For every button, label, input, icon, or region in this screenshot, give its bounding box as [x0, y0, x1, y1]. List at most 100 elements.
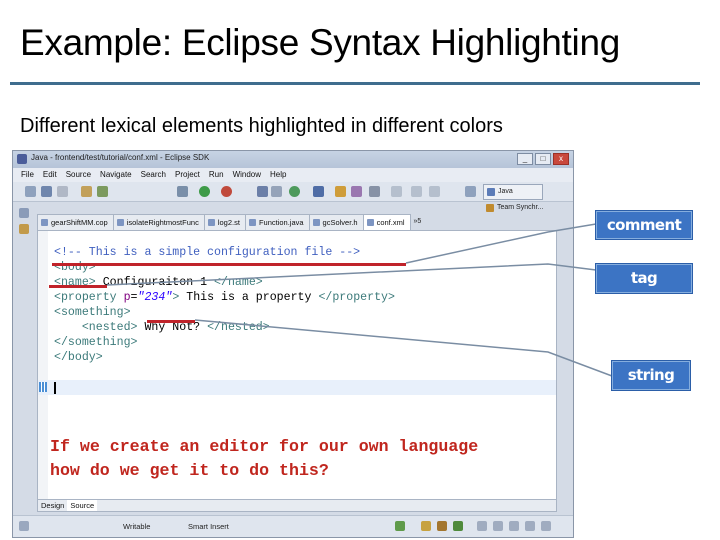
code-line-something-close: </something>	[54, 336, 138, 349]
next-annotation-icon[interactable]	[369, 186, 380, 197]
minimize-button[interactable]: _	[517, 153, 533, 165]
back-icon[interactable]	[391, 186, 402, 197]
print-icon[interactable]	[57, 186, 68, 197]
tab-conf-xml[interactable]: conf.xml	[362, 214, 411, 230]
fast-view-icon[interactable]	[19, 521, 29, 531]
open-type-icon[interactable]	[81, 186, 92, 197]
restore-icon[interactable]	[19, 208, 29, 218]
code-tag-nested-close: </nested>	[207, 321, 270, 334]
code-tag-property-close: </property>	[318, 291, 395, 304]
forward-icon[interactable]	[411, 186, 422, 197]
tab-design[interactable]: Design	[38, 500, 67, 511]
debug-icon[interactable]	[177, 186, 188, 197]
status-console-icon[interactable]	[509, 521, 519, 531]
comment-underline	[52, 263, 406, 266]
current-line-highlight	[38, 380, 556, 395]
tag-callout-label: tag	[630, 269, 658, 287]
new-project-icon[interactable]	[257, 186, 268, 197]
new-class-icon[interactable]	[289, 186, 300, 197]
status-task-icon[interactable]	[421, 521, 431, 531]
close-button[interactable]: x	[553, 153, 569, 165]
code-text-property: This is a property	[179, 291, 319, 304]
last-edit-icon[interactable]	[429, 186, 440, 197]
tag-callout: tag	[596, 264, 692, 293]
code-tag-property-open: <property	[54, 291, 124, 304]
tab-isolaterightmostfunc[interactable]: isolateRightmostFunc	[112, 214, 205, 230]
code-attr-name: p	[123, 291, 131, 304]
left-trim	[13, 202, 35, 502]
menu-run[interactable]: Run	[209, 168, 224, 182]
package-explorer-icon[interactable]	[19, 224, 29, 234]
title-divider	[10, 82, 700, 85]
code-attr-eq: =	[130, 291, 138, 304]
window-controls: _ □ x	[517, 153, 569, 165]
pencil-icon[interactable]	[335, 186, 346, 197]
code-text-name: Configuraiton 1	[95, 276, 215, 289]
status-problems-icon[interactable]	[525, 521, 535, 531]
code-tag-name-close: </name>	[214, 276, 263, 289]
editor-mode-tabs: Design Source	[37, 500, 557, 512]
overlay-question: If we create an editor for our own langu…	[50, 435, 478, 483]
status-search-icon[interactable]	[541, 521, 551, 531]
menu-source[interactable]: Source	[66, 168, 91, 182]
slide-title: Example: Eclipse Syntax Highlighting	[20, 22, 621, 63]
code-line-body-close: </body>	[54, 351, 103, 364]
annotation-icon[interactable]	[351, 186, 362, 197]
string-underline	[147, 320, 195, 323]
search-icon[interactable]	[313, 186, 324, 197]
code-line-comment: <!-- This is a simple configuration file…	[54, 246, 361, 259]
tabs-overflow[interactable]: »5	[410, 214, 422, 230]
main-toolbar: Java	[13, 182, 573, 202]
code-tag-nested-open: <nested>	[81, 321, 138, 334]
menu-project[interactable]: Project	[175, 168, 200, 182]
tab-function-java[interactable]: Function.java	[244, 214, 310, 230]
window-titlebar: Java - frontend/test/tutorial/conf.xml -…	[13, 151, 573, 168]
overlay-question-line-1: If we create an editor for our own langu…	[50, 437, 479, 456]
comment-callout: comment	[596, 211, 692, 239]
status-bar: Writable Smart Insert	[13, 515, 573, 537]
java-perspective-button[interactable]: Java	[483, 184, 543, 200]
menu-navigate[interactable]: Navigate	[100, 168, 132, 182]
eclipse-window: Java - frontend/test/tutorial/conf.xml -…	[12, 150, 574, 538]
run-icon[interactable]	[199, 186, 210, 197]
save-icon[interactable]	[41, 186, 52, 197]
eclipse-app-icon	[17, 154, 27, 164]
status-sync-icon[interactable]	[453, 521, 463, 531]
tab-gcsolver[interactable]: gcSolver.h	[308, 214, 364, 230]
status-progress-icon[interactable]	[437, 521, 447, 531]
menu-search[interactable]: Search	[141, 168, 166, 182]
string-callout-label: string	[627, 366, 675, 384]
window-title: Java - frontend/test/tutorial/conf.xml -…	[31, 153, 210, 162]
menu-bar: File Edit Source Navigate Search Project…	[13, 168, 573, 182]
tag-underline	[49, 285, 107, 288]
tab-log2[interactable]: log2.st	[203, 214, 246, 230]
tab-gearshiftmm[interactable]: gearShiftMM.cop	[37, 214, 114, 230]
outline-icon[interactable]	[97, 186, 108, 197]
tab-source[interactable]: Source	[67, 500, 98, 511]
editor-ruler	[38, 231, 48, 499]
status-views-icon[interactable]	[493, 521, 503, 531]
change-marker-icon	[39, 382, 47, 392]
menu-edit[interactable]: Edit	[43, 168, 57, 182]
maximize-button[interactable]: □	[535, 153, 551, 165]
status-notify-icon[interactable]	[477, 521, 487, 531]
comment-callout-label: comment	[606, 216, 682, 234]
status-tool-icon[interactable]	[395, 521, 405, 531]
new-package-icon[interactable]	[271, 186, 282, 197]
editor-tabs: gearShiftMM.cop isolateRightmostFunc log…	[37, 214, 557, 230]
menu-help[interactable]: Help	[270, 168, 286, 182]
menu-file[interactable]: File	[21, 168, 34, 182]
team-synchronizing-view[interactable]: Team Synchr...	[483, 202, 543, 214]
string-callout: string	[612, 361, 690, 390]
menu-window[interactable]: Window	[233, 168, 261, 182]
open-perspective-icon[interactable]	[465, 186, 476, 197]
new-file-icon[interactable]	[25, 186, 36, 197]
external-tools-icon[interactable]	[221, 186, 232, 197]
xml-editor[interactable]: <!-- This is a simple configuration file…	[37, 230, 557, 500]
status-writable: Writable	[123, 522, 151, 531]
slide-subtitle: Different lexical elements highlighted i…	[20, 115, 503, 137]
code-string: "234"	[137, 291, 173, 304]
code-line-something-open: <something>	[54, 306, 131, 319]
overlay-question-line-2: how do we get it to do this?	[50, 461, 329, 480]
status-insert-mode: Smart Insert	[188, 522, 229, 531]
